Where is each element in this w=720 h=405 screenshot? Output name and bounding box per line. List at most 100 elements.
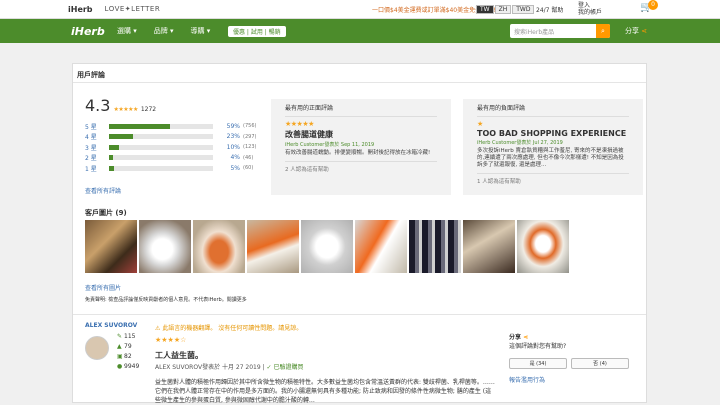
rating-label[interactable]: 1 星	[85, 164, 109, 173]
language-selector[interactable]: TW ZH TWD	[476, 4, 535, 14]
rating-bar-track	[109, 134, 213, 140]
positive-meta: iHerb Customer發表於 Sep 11, 2019	[285, 142, 375, 148]
rating-bar-fill	[109, 144, 120, 150]
all-photos-link[interactable]: 查看所有圖片	[85, 283, 121, 292]
iherb-brand-link[interactable]: iHerb	[68, 5, 93, 14]
rating-bar-fill	[109, 165, 115, 171]
rating-percent: 23%	[226, 133, 240, 141]
top-positive-review[interactable]: 最有用的正面評論 ★★★★★ 改善腸道健康 iHerb Customer發表於 …	[271, 99, 451, 195]
average-score: 4.3	[85, 96, 111, 115]
helpful-question: 這個評論對您有幫助?	[509, 343, 567, 350]
customer-photo[interactable]	[355, 220, 407, 273]
search-input[interactable]: 搜索iHerb產品 ⌕	[510, 24, 610, 38]
rating-bar-fill	[109, 134, 133, 140]
customer-photo[interactable]	[517, 220, 569, 273]
rating-bar-row[interactable]: 4 星 23% (297)	[85, 132, 257, 143]
rating-label[interactable]: 4 星	[85, 132, 109, 141]
cart-count-badge: 0	[648, 0, 658, 10]
customer-photos	[85, 220, 569, 273]
verified-purchase-badge: ✓ 已驗證購買	[266, 364, 304, 371]
customer-photo[interactable]	[301, 220, 353, 273]
customer-photo[interactable]	[409, 220, 461, 273]
customer-photo[interactable]	[85, 220, 137, 273]
rating-bar-fill	[109, 123, 171, 129]
rating-bar-track	[109, 123, 213, 129]
rating-percent: 59%	[226, 122, 240, 130]
photo-icon: ▣	[117, 353, 123, 360]
positive-heading: 最有用的正面評論	[285, 103, 437, 117]
negative-meta: iHerb Customer發表於 Jul 27, 2019	[477, 140, 563, 146]
review-disclaimer: 免責聲明: 檢查品評論僅反映貢獻者的個人意見。不代表iHerb。閱讀更多	[85, 297, 247, 303]
review-meta: ALEX SUVOROV發表於 十月 27 2019 | ✓ 已驗證購買	[155, 362, 303, 371]
report-abuse-link[interactable]: 報告濫用行為	[509, 375, 629, 384]
rating-count: (46)	[243, 154, 254, 161]
nav-brands[interactable]: 品牌 ▾	[154, 26, 174, 36]
negative-heading: 最有用的負面評論	[477, 103, 629, 117]
rating-label[interactable]: 5 星	[85, 122, 109, 131]
quick-links[interactable]: 優惠 | 試用 | 暢銷	[228, 25, 286, 37]
main-nav: iHerb 選購 ▾ 品牌 ▾ 導購 ▾ 優惠 | 試用 | 暢銷 搜索iHer…	[0, 19, 720, 43]
customer-photo[interactable]	[247, 220, 299, 273]
machine-translation-notice: ⚠ 此語言的機器翻譯。 沒有任何可讀性問題。請見諒。	[155, 325, 303, 332]
positive-stars: ★★★★★	[285, 120, 314, 128]
rating-bar-fill	[109, 155, 114, 161]
login-link[interactable]: 登入	[578, 2, 590, 9]
share-label: 分享	[625, 27, 639, 35]
helpful-yes-button[interactable]: 是 (34)	[509, 358, 567, 369]
customer-photo[interactable]	[463, 220, 515, 273]
rating-percent: 4%	[230, 154, 240, 162]
review-share-label: 分享	[509, 334, 522, 341]
share-icon: ⋖	[641, 27, 648, 35]
helpful-no-button[interactable]: 否 (4)	[571, 358, 629, 369]
reviewer-stat: 82	[124, 353, 132, 360]
all-reviews-link[interactable]: 查看所有評論	[85, 186, 121, 195]
reviewer-stats: ✎ 115 ▲ 79 ▣82 ● 9949	[117, 332, 139, 372]
rating-bar-row[interactable]: 3 星 10% (123)	[85, 142, 257, 153]
top-negative-review[interactable]: 最有用的負面評論 ★ TOO BAD SHOPPING EXPERIENCE I…	[463, 99, 643, 195]
negative-title[interactable]: TOO BAD SHOPPING EXPERIENCE IN IHE...	[477, 129, 629, 138]
iherb-logo[interactable]: iHerb	[71, 25, 105, 38]
thumbs-up-icon: ▲	[117, 343, 122, 350]
review-date: ALEX SUVOROV發表於 十月 27 2019 |	[155, 364, 265, 371]
rating-label[interactable]: 2 星	[85, 153, 109, 162]
customer-photo[interactable]	[193, 220, 245, 273]
loveletter-brand-link[interactable]: LOVE✦LETTER	[105, 5, 161, 13]
nav-shop[interactable]: 選購 ▾	[117, 26, 137, 36]
customer-photo[interactable]	[139, 220, 191, 273]
rating-bar-row[interactable]: 5 星 59% (756)	[85, 121, 257, 132]
negative-body: 多次投訴iHerb 賣倉執貨糟與工作羞尼, 寄來的不是凍損過被的,連續遭了兩次應…	[477, 148, 624, 168]
rating-label[interactable]: 3 星	[85, 143, 109, 152]
negative-stars: ★	[477, 120, 483, 128]
reviewer-avatar[interactable]	[85, 336, 109, 360]
rating-bar-track	[109, 155, 213, 161]
reviews-heading: 用戶評論	[77, 71, 105, 79]
help-link[interactable]: 24/7 幫助	[536, 5, 563, 14]
rating-stars: ★★★★★	[113, 106, 138, 113]
rating-bar-row[interactable]: 1 星 5% (60)	[85, 163, 257, 174]
rating-summary: 4.3 ★★★★★ 1272	[85, 96, 156, 115]
reviews-icon: ✎	[117, 333, 123, 340]
search-icon[interactable]: ⌕	[596, 24, 610, 38]
lang-tw[interactable]: TW	[476, 4, 494, 14]
positive-title[interactable]: 改善腸道健康	[285, 129, 437, 140]
review-title: 工人益生菌。	[155, 351, 203, 360]
share-icon: ⋖	[523, 334, 529, 341]
divider	[73, 314, 646, 315]
rating-percent: 5%	[230, 164, 240, 172]
my-account-link: 我的帳戶	[578, 9, 603, 16]
rating-bar-track	[109, 165, 213, 171]
reviewer-stat: 9949	[124, 363, 140, 370]
review-stars: ★★★★☆	[155, 336, 187, 344]
reviewer-name[interactable]: ALEX SUVOROV	[85, 322, 137, 329]
currency-twd[interactable]: TWD	[512, 4, 535, 14]
account-menu[interactable]: 登入 我的帳戶	[578, 2, 602, 16]
nav-menu: 選購 ▾ 品牌 ▾ 導購 ▾	[117, 26, 210, 36]
review-actions: 分享 ⋖ 這個評論對您有幫助? 是 (34) 否 (4) 報告濫用行為	[509, 332, 629, 384]
helpful-votes: 是 (34) 否 (4)	[509, 358, 629, 369]
nav-guide[interactable]: 導購 ▾	[191, 26, 211, 36]
share-button[interactable]: 分享 ⋖	[625, 26, 647, 36]
lang-zh[interactable]: ZH	[494, 4, 512, 14]
rating-bar-row[interactable]: 2 星 4% (46)	[85, 153, 257, 164]
positive-helpful: 2 人認為這有幫助	[285, 161, 437, 173]
review-share-button[interactable]: 分享 ⋖	[509, 332, 629, 341]
